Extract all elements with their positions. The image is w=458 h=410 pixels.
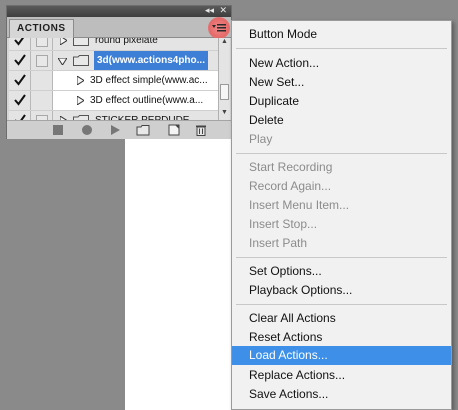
menu-item-insert-path: Insert Path xyxy=(249,236,308,250)
menu-item-playback-options[interactable]: Playback Options... xyxy=(232,281,451,300)
menu-separator xyxy=(236,48,447,49)
menu-item-duplicate[interactable]: Duplicate xyxy=(232,92,451,111)
menu-item-start-recording: Start Recording xyxy=(249,160,333,174)
action-row[interactable]: 3D effect outline(www.a... xyxy=(9,91,218,111)
action-row[interactable]: 3D effect simple(www.ac... xyxy=(9,71,218,91)
checkmark-icon xyxy=(14,94,26,106)
record-icon[interactable] xyxy=(80,124,94,136)
dialog-toggle-icon xyxy=(36,38,48,47)
folder-icon xyxy=(73,55,89,66)
collapse-panel-icon[interactable]: ◂◂ xyxy=(205,5,214,16)
action-label: 3D effect simple(www.ac... xyxy=(90,75,208,86)
panel-titlebar: ◂◂ ✕ xyxy=(7,5,231,17)
dialog-toggle-icon xyxy=(36,55,48,67)
stop-icon[interactable] xyxy=(51,124,65,136)
folder-icon xyxy=(73,38,89,46)
menu-item-save-actions[interactable]: Save Actions... xyxy=(232,385,451,404)
scroll-down-icon[interactable]: ▼ xyxy=(221,109,228,116)
panel-menu-button[interactable] xyxy=(208,17,230,39)
actions-panel: ◂◂ ✕ ACTIONS round pixelate 3d(www.actio… xyxy=(6,5,232,139)
toggle-dialog-cell[interactable] xyxy=(31,51,53,70)
action-set-label: round pixelate xyxy=(95,38,158,46)
action-set-label: 3d(www.actions4pho... xyxy=(94,51,208,70)
expand-triangle-icon[interactable] xyxy=(77,96,84,105)
menu-item-load-actions[interactable]: Load Actions... xyxy=(232,346,451,365)
play-icon[interactable] xyxy=(108,124,122,136)
menu-item-new-action[interactable]: New Action... xyxy=(232,54,451,73)
action-set-row[interactable]: STICKER PEPDUDE xyxy=(9,111,218,120)
menu-item-replace-actions[interactable]: Replace Actions... xyxy=(232,366,451,385)
toggle-item-checkbox[interactable] xyxy=(9,71,31,90)
expand-triangle-icon[interactable] xyxy=(77,76,84,85)
tab-actions[interactable]: ACTIONS xyxy=(9,19,74,38)
document-canvas[interactable] xyxy=(125,133,233,410)
menu-item-button-mode[interactable]: Button Mode xyxy=(232,25,451,44)
menu-separator xyxy=(236,257,447,258)
action-set-label: STICKER PEPDUDE xyxy=(95,111,189,120)
action-set-row[interactable]: round pixelate xyxy=(9,38,218,51)
checkmark-icon xyxy=(14,74,26,86)
toggle-item-checkbox[interactable] xyxy=(9,111,31,120)
actions-list: round pixelate 3d(www.actions4pho... 3D … xyxy=(9,38,218,120)
menu-separator xyxy=(236,153,447,154)
menu-item-clear-all-actions[interactable]: Clear All Actions xyxy=(232,309,451,328)
scroll-up-icon[interactable]: ▲ xyxy=(221,38,228,45)
toggle-dialog-cell[interactable] xyxy=(31,111,53,120)
menu-item-insert-menu-item: Insert Menu Item... xyxy=(249,198,350,212)
new-action-icon[interactable] xyxy=(167,124,181,136)
panel-flyout-menu: Button Mode New Action... New Set... Dup… xyxy=(231,20,452,410)
checkmark-icon xyxy=(14,54,26,66)
action-label: 3D effect outline(www.a... xyxy=(90,95,204,106)
list-scrollbar[interactable]: ▲ ▼ xyxy=(218,38,230,120)
toggle-item-checkbox[interactable] xyxy=(9,91,31,110)
toggle-item-checkbox[interactable] xyxy=(9,51,31,70)
trash-icon[interactable] xyxy=(194,124,208,136)
menu-item-record-again: Record Again... xyxy=(249,179,332,193)
menu-item-reset-actions[interactable]: Reset Actions xyxy=(232,328,451,347)
toggle-item-checkbox[interactable] xyxy=(9,38,31,50)
panel-button-bar xyxy=(7,120,231,139)
collapse-triangle-icon[interactable] xyxy=(58,58,67,65)
menu-item-insert-stop: Insert Stop... xyxy=(249,217,318,231)
action-set-row[interactable]: 3d(www.actions4pho... xyxy=(9,51,218,71)
panel-tab-row: ACTIONS xyxy=(7,17,231,39)
menu-item-play: Play xyxy=(249,132,273,146)
close-panel-icon[interactable]: ✕ xyxy=(219,5,227,16)
menu-item-set-options[interactable]: Set Options... xyxy=(232,262,451,281)
panel-menu-icon xyxy=(212,24,226,32)
menu-item-new-set[interactable]: New Set... xyxy=(232,73,451,92)
expand-triangle-icon[interactable] xyxy=(60,38,67,45)
menu-item-delete[interactable]: Delete xyxy=(232,111,451,130)
toggle-dialog-cell[interactable] xyxy=(31,38,53,50)
menu-separator xyxy=(236,304,447,305)
checkmark-icon xyxy=(14,38,25,46)
scrollbar-thumb[interactable] xyxy=(220,84,229,100)
toggle-dialog-cell[interactable] xyxy=(31,91,53,110)
toggle-dialog-cell[interactable] xyxy=(31,71,53,90)
new-set-icon[interactable] xyxy=(136,124,150,136)
